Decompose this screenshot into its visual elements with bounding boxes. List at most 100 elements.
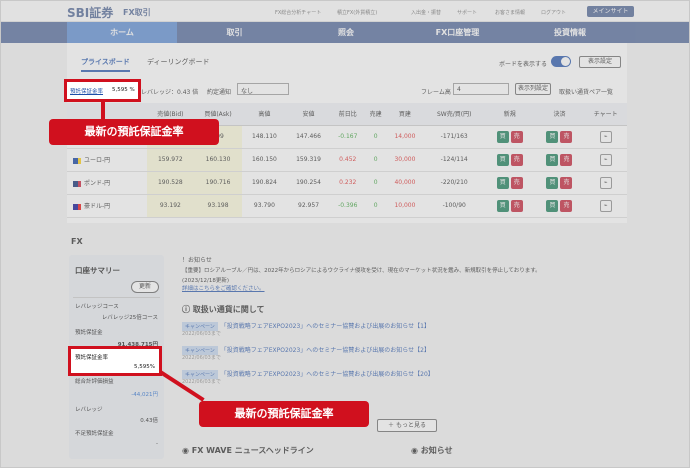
news-item-text[interactable]: 「投資戦略フェアEXPO2023」へのセミナー協賛および出展のお知らせ【1】: [221, 323, 430, 330]
news-item-text[interactable]: 「投資戦略フェアEXPO2023」へのセミナー協賛および出展のお知らせ【2】: [221, 347, 430, 354]
close-order-cell: 買売: [534, 194, 585, 218]
margin-rate-value: 5,595 %: [112, 87, 135, 93]
chart-cell: ⌁: [584, 148, 627, 172]
header: SBI証券 FX取引 FX総合分析チャート 積立FX(外貨積立) 入出金・振替 …: [1, 1, 689, 22]
shortfall-value: -: [156, 441, 158, 447]
price-row[interactable]: 豪ドル-円 93.192 93.198 93.790 92.957 -0.396 0 10,0…: [67, 194, 627, 218]
close-order-cell: 買売: [534, 148, 585, 172]
pair-list-link[interactable]: 取扱い通貨ペア一覧: [559, 87, 613, 96]
new-sell-button[interactable]: 売: [510, 153, 523, 166]
price-row[interactable]: ユーロ-円 159.972 160.130 160.150 159.319 0.452 0 3…: [67, 148, 627, 172]
sell-pos-cell: 0: [364, 125, 387, 149]
display-settings-button[interactable]: 表示設定: [579, 56, 621, 68]
link-logout[interactable]: ログアウト: [541, 9, 566, 16]
close-buy-button[interactable]: 買: [546, 176, 559, 189]
new-order-cell: 買売: [484, 148, 535, 172]
nav-account[interactable]: FX口座管理: [400, 22, 515, 43]
swap-cell: -171/163: [423, 125, 485, 149]
link-chart[interactable]: FX総合分析チャート: [275, 9, 321, 16]
pair-name: ユーロ-円: [84, 157, 111, 164]
new-buy-button[interactable]: 買: [496, 199, 509, 212]
news-item-date: 2022/06/03まで: [182, 379, 221, 385]
nav-home[interactable]: ホーム: [67, 22, 177, 43]
col-close: 決済: [534, 103, 585, 126]
change-cell: -0.167: [330, 125, 365, 149]
frame-select[interactable]: 4: [453, 83, 509, 95]
lev-course-value: レバレッジ25倍コース: [101, 315, 158, 321]
col-low: 安値: [286, 103, 331, 126]
tab-dealing-board[interactable]: ディーリングボード: [147, 57, 210, 67]
close-sell-button[interactable]: 売: [560, 153, 573, 166]
link-support[interactable]: サポート: [457, 9, 477, 16]
more-button[interactable]: ＋ もっと見る: [377, 419, 437, 432]
bid-cell[interactable]: 159.972: [147, 148, 194, 172]
new-sell-button[interactable]: 売: [510, 176, 523, 189]
chart-icon[interactable]: ⌁: [599, 176, 612, 189]
close-sell-button[interactable]: 売: [560, 130, 573, 143]
sell-pos-cell: 0: [364, 171, 387, 195]
notice-date: (2023/12/18更新): [182, 278, 229, 284]
ask-cell[interactable]: 93.198: [193, 194, 243, 218]
shortfall-label: 不足預託保証金: [75, 431, 114, 437]
close-sell-button[interactable]: 売: [560, 199, 573, 212]
main-nav: ホーム 取引 照会 FX口座管理 投資情報: [1, 22, 689, 43]
show-board-toggle[interactable]: [551, 56, 571, 67]
col-swap: SW売/買(円): [423, 103, 485, 126]
close-buy-button[interactable]: 買: [546, 130, 559, 143]
high-cell: 93.790: [242, 194, 287, 218]
order-notice-select[interactable]: なし: [237, 83, 289, 95]
summary-rate-value: 5,595%: [134, 364, 155, 370]
oshirase-title: ◉ お知らせ: [411, 446, 453, 455]
bid-cell[interactable]: 190.528: [147, 171, 194, 195]
nav-trade[interactable]: 取引: [177, 22, 292, 43]
ask-cell[interactable]: 190.716: [193, 171, 243, 195]
new-buy-button[interactable]: 買: [496, 153, 509, 166]
swap-cell: -100/90: [423, 194, 485, 218]
callout-bottom: 最新の預託保証金率: [199, 401, 369, 427]
fxwave-title: ◉ FX WAVE ニュースヘッドライン: [182, 446, 314, 455]
column-settings-button[interactable]: 表示列設定: [515, 83, 551, 95]
nav-inquiry[interactable]: 照会: [292, 22, 400, 43]
more-label: もっと見る: [395, 422, 426, 429]
new-sell-button[interactable]: 売: [510, 130, 523, 143]
pair-cell: ユーロ-円: [67, 148, 147, 172]
chart-icon[interactable]: ⌁: [599, 199, 612, 212]
close-buy-button[interactable]: 買: [546, 199, 559, 212]
link-tsumitate[interactable]: 積立FX(外貨積立): [337, 9, 377, 16]
bid-cell[interactable]: 93.192: [147, 194, 194, 218]
close-sell-button[interactable]: 売: [560, 176, 573, 189]
chart-cell: ⌁: [584, 171, 627, 195]
ask-cell[interactable]: 160.130: [193, 148, 243, 172]
news-item-date: 2022/06/03まで: [182, 331, 221, 337]
close-order-cell: 買売: [534, 125, 585, 149]
link-deposit[interactable]: 入出金・振替: [411, 9, 441, 16]
new-buy-button[interactable]: 買: [496, 176, 509, 189]
chart-icon[interactable]: ⌁: [599, 130, 612, 143]
show-board-label: ボードを表示する: [499, 61, 548, 68]
close-buy-button[interactable]: 買: [546, 153, 559, 166]
nav-info[interactable]: 投資情報: [515, 22, 625, 43]
sell-pos-cell: 0: [364, 148, 387, 172]
main-site-button[interactable]: メインサイト: [587, 6, 634, 17]
margin-rate-link[interactable]: 預託保証金率: [70, 87, 103, 95]
news-item-text[interactable]: 「投資戦略フェアEXPO2023」へのセミナー協賛および出展のお知らせ【20】: [221, 371, 434, 378]
link-customer[interactable]: お客さま情報: [495, 9, 525, 16]
summary-rate-label: 預託保証金率: [75, 355, 109, 361]
notice-link[interactable]: 詳細はこちらをご確認ください。: [182, 284, 265, 292]
new-order-cell: 買売: [484, 171, 535, 195]
sbi-logo[interactable]: SBI証券: [67, 4, 113, 21]
fx-title: FX: [71, 237, 83, 246]
notice-body: 【重要】ロシアルーブル／円は、2022年からロシアによるウクライナ侵攻を受け、現…: [182, 268, 541, 274]
divider: [73, 297, 160, 298]
callout-top: 最新の預託保証金率: [49, 119, 219, 145]
new-buy-button[interactable]: 買: [496, 130, 509, 143]
order-notice-label: 約定通知: [207, 89, 232, 96]
change-cell: 0.452: [330, 148, 365, 172]
price-row[interactable]: ポンド-円 190.528 190.716 190.824 190.254 0.232 0 4…: [67, 171, 627, 195]
new-sell-button[interactable]: 売: [510, 199, 523, 212]
buy-pos-cell: 14,000: [386, 125, 424, 149]
refresh-button[interactable]: 更新: [131, 281, 159, 293]
tab-price-board[interactable]: プライスボード: [81, 57, 130, 72]
chart-icon[interactable]: ⌁: [599, 153, 612, 166]
col-new: 新規: [484, 103, 535, 126]
